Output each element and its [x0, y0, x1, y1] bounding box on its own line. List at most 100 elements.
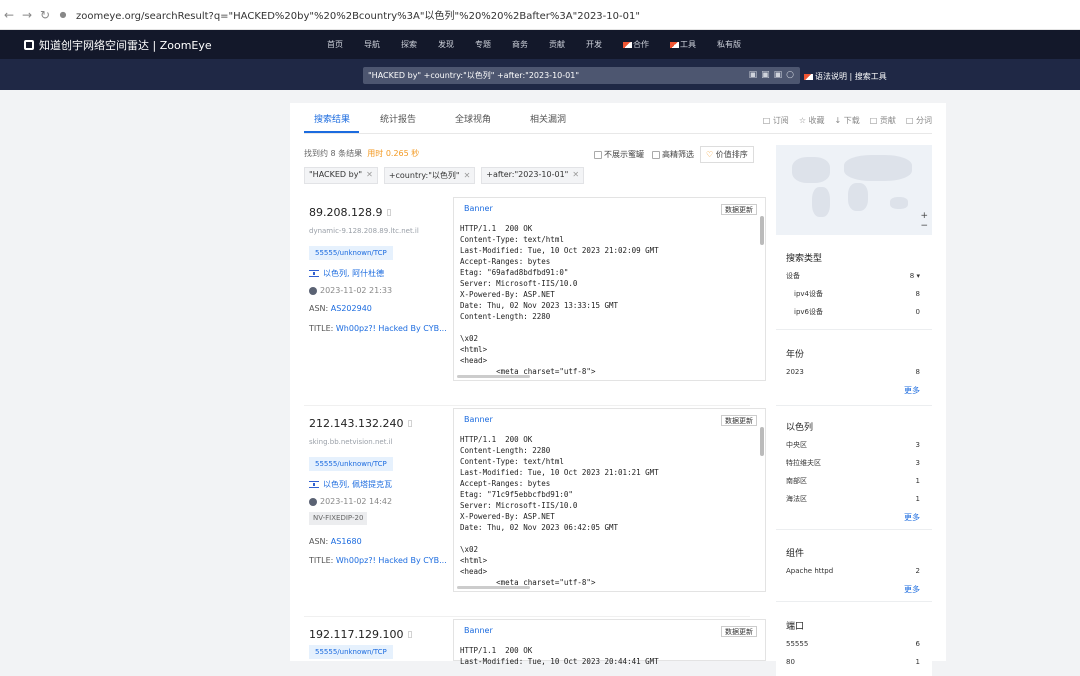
scrollbar[interactable] — [457, 375, 530, 378]
title-link[interactable]: Wh00pz?! Hacked By CYB... — [336, 324, 447, 333]
result-card: 89.208.128.9 ▯ dynamic-9.128.208.89.ltc.n… — [304, 197, 766, 406]
forward-icon[interactable]: → — [18, 8, 36, 22]
facet-row[interactable]: ipv4设备 8 — [776, 290, 932, 299]
nav-partner[interactable]: 合作 — [623, 39, 649, 50]
port-badge[interactable]: 55555/unknown/TCP — [309, 645, 393, 659]
contribute-button[interactable]: □ 贡献 — [870, 115, 896, 126]
result-location[interactable]: 以色列, 佩塔提克瓦 — [309, 479, 392, 490]
data-update-button[interactable]: 数据更新 — [721, 204, 757, 215]
high-precision-checkbox[interactable]: 高精筛选 — [652, 149, 694, 160]
banner-content: HTTP/1.1 200 OK Content-Type: text/html … — [460, 224, 659, 376]
nav-guide[interactable]: 导航 — [364, 39, 380, 50]
asn-link[interactable]: AS1680 — [331, 537, 362, 546]
result-ip[interactable]: 212.143.132.240 ▯ — [309, 417, 412, 430]
tab-search-results[interactable]: 搜索结果 — [304, 113, 360, 133]
nav-topics[interactable]: 专题 — [475, 39, 491, 50]
scrollbar[interactable] — [760, 216, 764, 245]
facet-row[interactable]: Apache httpd 2 — [776, 567, 932, 576]
facet-row[interactable]: ipv6设备 0 — [776, 308, 932, 317]
screenshot-search-icon[interactable]: ▣ — [761, 70, 770, 80]
result-hostname[interactable]: sking.bb.netvision.net.il — [309, 438, 393, 446]
network-tag[interactable]: NV-FIXEDIP-20 — [309, 512, 368, 525]
query-tag[interactable]: +country:"以色列" ✕ — [383, 167, 476, 184]
tab-statistics[interactable]: 统计报告 — [370, 113, 425, 133]
nav-home[interactable]: 首页 — [327, 39, 343, 50]
nav-private[interactable]: 私有版 — [717, 39, 741, 50]
image-search-icon[interactable]: ▣ — [774, 70, 783, 80]
copy-icon[interactable]: ▯ — [407, 419, 412, 429]
banner-tab[interactable]: Banner — [464, 204, 493, 213]
reload-icon[interactable]: ↻ — [36, 8, 54, 22]
hot-flag-icon — [670, 41, 679, 48]
value-sort-button[interactable]: ♡ 价值排序 — [700, 146, 754, 163]
search-bar: "HACKED by" +country:"以色列" +after:"2023-… — [0, 59, 1080, 90]
nav-contribute[interactable]: 贡献 — [549, 39, 565, 50]
facet-row[interactable]: 80 1 — [776, 658, 932, 667]
facet-row[interactable]: 中央区 3 — [776, 441, 932, 450]
nav-business[interactable]: 商务 — [512, 39, 528, 50]
result-title: TITLE: Wh00pz?! Hacked By CYB... — [309, 556, 447, 565]
banner-panel: Banner 数据更新 HTTP/1.1 200 OK Content-Type… — [453, 197, 766, 381]
result-location[interactable]: 以色列, 阿什杜德 — [309, 268, 384, 279]
nav-explore[interactable]: 探索 — [401, 39, 417, 50]
banner-tab[interactable]: Banner — [464, 415, 493, 424]
scan-icon[interactable]: ▣ — [749, 70, 758, 80]
scrollbar[interactable] — [760, 427, 764, 456]
facet-row[interactable]: 海法区 1 — [776, 495, 932, 504]
back-icon[interactable]: ← — [0, 8, 18, 22]
tab-global-view[interactable]: 全球视角 — [445, 113, 500, 133]
banner-tab[interactable]: Banner — [464, 626, 493, 635]
result-ip[interactable]: 89.208.128.9 ▯ — [309, 206, 391, 219]
heart-icon: ♡ — [706, 150, 714, 159]
more-link[interactable]: 更多 — [776, 512, 932, 523]
hot-flag-icon — [623, 41, 632, 48]
download-button[interactable]: ↓ 下载 — [835, 115, 860, 126]
zoom-in-icon[interactable]: + — [920, 211, 928, 221]
result-count: 找到约 8 条结果 用时 0.265 秒 — [304, 149, 420, 158]
favorite-button[interactable]: ☆ 收藏 — [799, 115, 825, 126]
data-update-button[interactable]: 数据更新 — [721, 415, 757, 426]
more-link[interactable]: 更多 — [776, 584, 932, 595]
site-header: 知道创宇网络空间雷达 | ZoomEye 首页 导航 探索 发现 专题 商务 贡… — [0, 30, 1080, 59]
zoom-out-icon[interactable]: − — [920, 221, 928, 231]
hot-flag-icon — [804, 73, 813, 80]
subscribe-button[interactable]: □ 订阅 — [763, 115, 789, 126]
search-input[interactable]: "HACKED by" +country:"以色列" +after:"2023-… — [363, 67, 800, 84]
result-title: TITLE: Wh00pz?! Hacked By CYB... — [309, 324, 447, 333]
search-icon[interactable]: ○ — [786, 70, 794, 80]
result-card: 212.143.132.240 ▯ sking.bb.netvision.net.… — [304, 408, 766, 617]
result-ip[interactable]: 192.117.129.100 ▯ — [309, 628, 412, 641]
scrollbar[interactable] — [457, 586, 530, 589]
facet-row[interactable]: 设备 8 ▾ — [776, 272, 932, 281]
more-link[interactable]: 更多 — [776, 385, 932, 396]
no-honeypot-checkbox[interactable]: 不展示蜜罐 — [594, 149, 644, 160]
nav-discover[interactable]: 发现 — [438, 39, 454, 50]
facet-row[interactable]: 南部区 1 — [776, 477, 932, 486]
nav-tools[interactable]: 工具 — [670, 39, 696, 50]
title-link[interactable]: Wh00pz?! Hacked By CYB... — [336, 556, 447, 565]
facet-row[interactable]: 2023 8 — [776, 368, 932, 377]
query-tag[interactable]: +after:"2023-10-01" ✕ — [481, 167, 585, 184]
close-icon[interactable]: ✕ — [464, 171, 471, 180]
site-info-icon[interactable]: ● — [54, 10, 72, 19]
close-icon[interactable]: ✕ — [572, 170, 579, 179]
tab-related-vulns[interactable]: 相关漏洞 — [520, 113, 575, 133]
facet-row[interactable]: 特拉维夫区 3 — [776, 459, 932, 468]
data-update-button[interactable]: 数据更新 — [721, 626, 757, 637]
asn-link[interactable]: AS202940 — [331, 304, 372, 313]
address-bar[interactable]: zoomeye.org/searchResult?q="HACKED%20by"… — [76, 7, 640, 22]
query-tag[interactable]: "HACKED by" ✕ — [304, 167, 378, 184]
tokenize-button[interactable]: □ 分词 — [906, 115, 932, 126]
zoomeye-logo[interactable]: 知道创宇网络空间雷达 | ZoomEye — [24, 37, 327, 53]
port-badge[interactable]: 55555/unknown/TCP — [309, 246, 393, 260]
result-hostname[interactable]: dynamic-9.128.208.89.ltc.net.il — [309, 227, 419, 235]
facet-row[interactable]: 55555 6 — [776, 640, 932, 649]
world-map[interactable]: + − — [776, 145, 932, 235]
copy-icon[interactable]: ▯ — [407, 630, 412, 640]
search-help-links[interactable]: 语法说明 | 搜索工具 — [804, 71, 887, 82]
banner-content: HTTP/1.1 200 OK Content-Length: 2280 Con… — [460, 435, 659, 587]
close-icon[interactable]: ✕ — [366, 170, 373, 179]
copy-icon[interactable]: ▯ — [386, 208, 391, 218]
nav-develop[interactable]: 开发 — [586, 39, 602, 50]
port-badge[interactable]: 55555/unknown/TCP — [309, 457, 393, 471]
